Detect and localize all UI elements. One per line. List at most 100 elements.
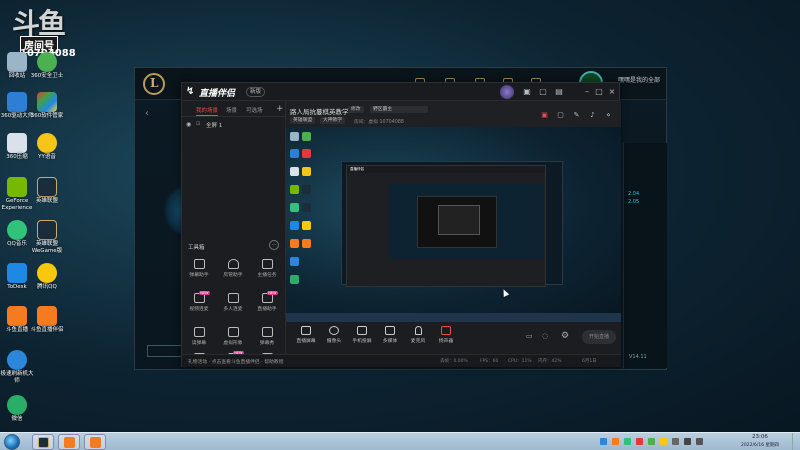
maximize-icon[interactable]: □: [594, 87, 604, 97]
game-tag[interactable]: 英雄联盟: [290, 117, 316, 124]
tray-icon[interactable]: [660, 438, 667, 445]
read-danmaku-icon: [193, 327, 205, 337]
stream-title: 路人局抗蔓棋英教学: [290, 108, 349, 116]
tool-multi-link[interactable]: 多人连麦: [218, 293, 248, 312]
status-notice[interactable]: 礼物活动 · 点击查看斗鱼直播伴侣 · 帮助教程: [188, 358, 284, 365]
360-zip-icon: [7, 133, 27, 153]
control-screen-share[interactable]: 直播屏幕: [292, 326, 320, 344]
tool-room-admin[interactable]: 房管助手: [218, 259, 248, 278]
preview-icon: [290, 167, 299, 176]
tray-icon[interactable]: [624, 438, 631, 445]
desktop-icon-douyu[interactable]: 斗鱼直播: [0, 306, 34, 334]
category-select[interactable]: 野区霸主: [370, 106, 428, 113]
settings-icon[interactable]: ⚙: [561, 331, 569, 341]
tray-icon[interactable]: [636, 438, 643, 445]
desktop-icon-yy[interactable]: YY语音: [30, 133, 64, 161]
download-icon: [227, 293, 239, 303]
tool-anchor-tasks[interactable]: 主播任务: [252, 259, 282, 278]
tool-virtual-avatar[interactable]: 虚拟形象: [218, 327, 248, 346]
toolbox-more-icon[interactable]: ···: [269, 240, 279, 250]
preview-icon: [302, 167, 311, 176]
edit-icon[interactable]: ✎: [572, 111, 581, 120]
tray-icon[interactable]: [648, 438, 655, 445]
show-desktop-button[interactable]: [792, 433, 800, 450]
desktop-icon-lol-wegame[interactable]: 英雄联盟 WeGame版: [30, 220, 64, 255]
preview-icon: [290, 149, 299, 158]
control-media[interactable]: 多媒体: [376, 326, 404, 344]
preview-desktop-capture: 直播伴侣: [286, 127, 621, 322]
speaker-icon: [441, 326, 451, 335]
preview-icon: [302, 185, 311, 194]
desktop-icon-360-security[interactable]: 360安全卫士: [30, 52, 64, 80]
start-button[interactable]: [4, 434, 20, 450]
desktop-icon-todesk[interactable]: ToDesk: [0, 263, 34, 291]
volume-icon[interactable]: [696, 438, 703, 445]
tray-icon[interactable]: [600, 438, 607, 445]
clock-date[interactable]: 2022/6/16 星期四: [741, 442, 779, 448]
bell-icon[interactable]: ♪: [588, 111, 597, 120]
douyu-taskbar-app[interactable]: [58, 434, 80, 450]
visibility-eye-icon[interactable]: ◉: [186, 121, 191, 128]
control-microphone[interactable]: 麦克风: [404, 326, 432, 344]
lock-icon[interactable]: ▢: [538, 87, 548, 97]
lol-back-icon[interactable]: ‹: [145, 108, 149, 119]
source-item[interactable]: ◉ ⊡ 全屏 1: [186, 121, 282, 131]
desktop-icon-360-software[interactable]: 360软件管家: [30, 92, 64, 120]
gift-icon[interactable]: ▣: [522, 87, 532, 97]
desktop-icon-douyu-companion[interactable]: 斗鱼直播伴侣: [30, 306, 64, 334]
tab-my-scenes[interactable]: 我的场景: [196, 106, 219, 116]
desktop-icon-qq-music[interactable]: QQ音乐: [0, 220, 34, 248]
add-scene-button[interactable]: +: [276, 104, 284, 114]
minimize-icon[interactable]: –: [582, 87, 592, 97]
tab-scenes[interactable]: 场景: [226, 106, 237, 114]
geforce-icon: [7, 177, 27, 197]
replay-icon[interactable]: ◌: [542, 332, 551, 341]
desktop-icon-wechat[interactable]: 微信: [0, 395, 34, 423]
stat-fps: FPS：60: [480, 359, 499, 364]
preview-icon: [302, 203, 311, 212]
desktop-icon-360-zip[interactable]: 360压缩: [0, 133, 34, 161]
tab-optional-scenes[interactable]: 可选场: [246, 106, 263, 114]
desktop-icon-geforce[interactable]: GeForce Experience: [0, 177, 34, 212]
control-phone-cast[interactable]: 手机投屏: [348, 326, 376, 344]
preview-nested-screen-2: [438, 205, 480, 235]
user-avatar[interactable]: [500, 85, 514, 99]
desktop-icon-360-driver[interactable]: 360驱动大师: [0, 92, 34, 120]
tool-live-assistant[interactable]: NEW 直播助手: [252, 291, 282, 312]
lock-icon[interactable]: ▢: [556, 111, 565, 120]
share-icon[interactable]: ⋄: [604, 111, 613, 120]
sub-category-tag[interactable]: 大神教学: [320, 117, 346, 124]
start-live-button[interactable]: 开始直播: [582, 330, 616, 344]
modify-title-button[interactable]: 修改: [348, 106, 364, 113]
douyu-companion-taskbar-app[interactable]: [84, 434, 106, 450]
desktop-icon-flash-master[interactable]: 极速刷新机大师: [0, 350, 34, 385]
tool-video-link[interactable]: NEW 视频连麦: [184, 291, 214, 312]
lock-icon[interactable]: ⊡: [196, 121, 200, 127]
lol-taskbar-app[interactable]: [32, 434, 54, 450]
record-icon[interactable]: ▭: [526, 332, 535, 341]
clock-time[interactable]: 23:06: [752, 434, 768, 440]
tool-danmaku-assistant[interactable]: 弹幕助手: [184, 259, 214, 278]
tray-icon[interactable]: [672, 438, 679, 445]
desktop-icon-recycle-bin[interactable]: 回收站: [0, 52, 34, 80]
version-button[interactable]: 新版: [246, 87, 266, 97]
gift-icon[interactable]: ▣: [540, 111, 549, 120]
close-icon[interactable]: ×: [607, 87, 617, 97]
source-name: 全屏 1: [206, 123, 223, 129]
preview-icon: [290, 239, 299, 248]
tray-icon[interactable]: [612, 438, 619, 445]
stream-preview[interactable]: 直播伴侣: [286, 127, 621, 322]
shop-icon[interactable]: ▤: [554, 87, 564, 97]
tool-danmaku-show[interactable]: 弹幕秀: [252, 327, 282, 346]
tool-read-danmaku[interactable]: 读弹幕: [184, 327, 214, 346]
desktop-icon-lol[interactable]: 英雄联盟: [30, 177, 64, 205]
desktop-icon-qq[interactable]: 腾讯QQ: [30, 263, 64, 291]
control-speaker[interactable]: 扬声器: [432, 326, 460, 344]
control-camera[interactable]: 摄像头: [320, 326, 348, 344]
360-software-icon: [37, 92, 57, 112]
douyu-companion-icon: [37, 306, 57, 326]
douyu-companion-window[interactable]: ↯ 直播伴侣 新版 ▣ ▢ ▤ – □ × 我的场景 场景 可选场 + ◉ ⊡ …: [181, 82, 621, 367]
preview-icon: [290, 221, 299, 230]
network-icon[interactable]: [684, 438, 691, 445]
preview-icon: [302, 149, 311, 158]
